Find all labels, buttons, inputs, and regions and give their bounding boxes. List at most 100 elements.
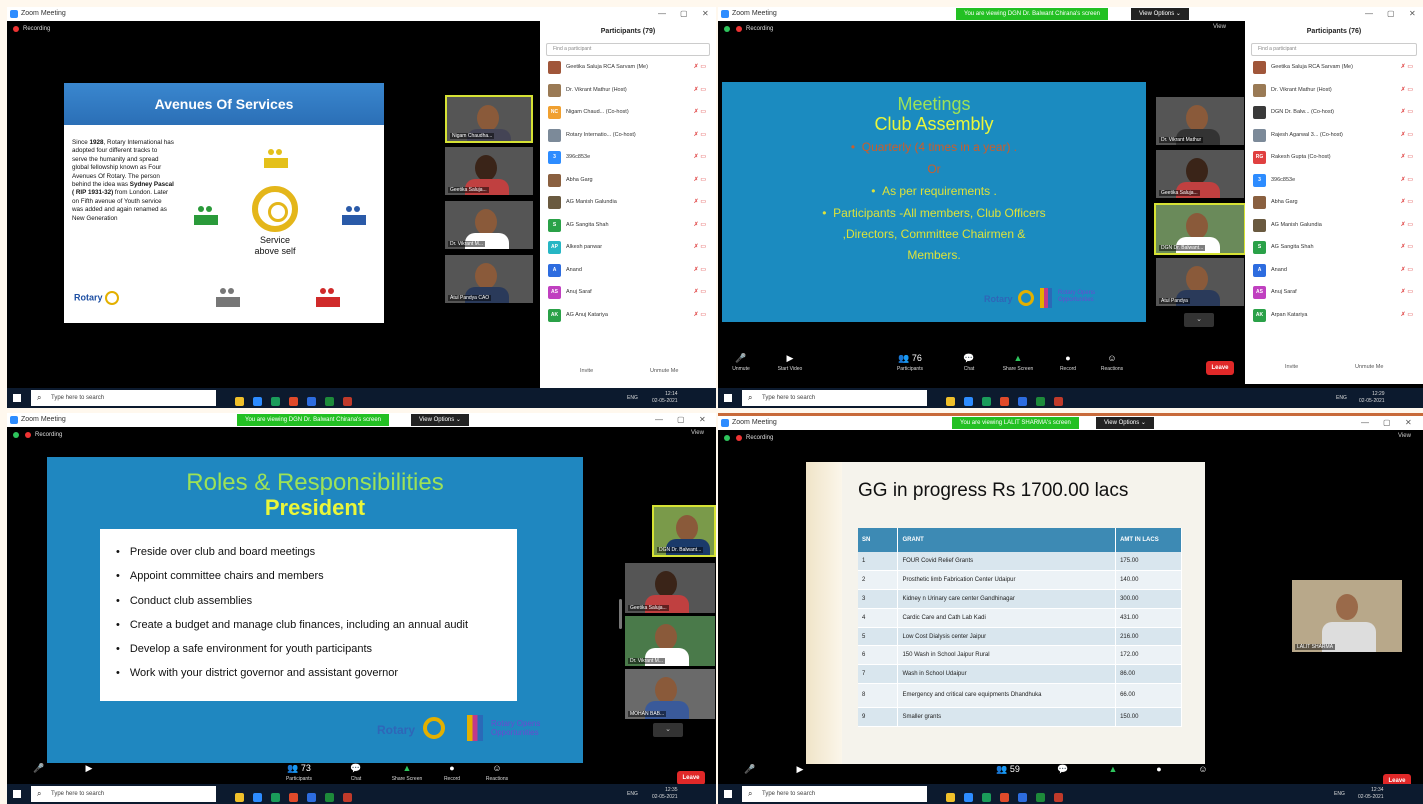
participant-row[interactable]: S AG Sangita Shah ✗ ▭ bbox=[1245, 236, 1423, 259]
app-icon[interactable] bbox=[307, 397, 316, 406]
minimize-button[interactable]: — bbox=[655, 413, 663, 427]
video-thumb-4[interactable]: Atul Pandya bbox=[1156, 258, 1244, 306]
participant-row[interactable]: AK Arpan Katariya ✗ ▭ bbox=[1245, 304, 1423, 327]
video-thumb-3[interactable]: Dr. Vikrant M... bbox=[625, 616, 715, 666]
excel-icon[interactable] bbox=[325, 793, 334, 802]
zoom-app-icon[interactable] bbox=[964, 397, 973, 406]
record-button[interactable]: ● Record bbox=[437, 763, 467, 782]
excel-icon[interactable] bbox=[1036, 397, 1045, 406]
chat-button[interactable]: 💬 Chat bbox=[954, 353, 984, 372]
participant-row[interactable]: AS Anuj Saraf ✗ ▭ bbox=[1245, 281, 1423, 304]
windows-start-icon[interactable] bbox=[724, 790, 732, 798]
start-video-button[interactable]: ▶ Start Video bbox=[770, 353, 810, 372]
minimize-button[interactable]: — bbox=[1365, 7, 1373, 21]
maximize-button[interactable]: ▢ bbox=[680, 7, 688, 21]
grid-view-button[interactable]: View bbox=[691, 430, 704, 436]
windows-start-icon[interactable] bbox=[13, 790, 21, 798]
scroll-thumbs-down-button[interactable]: ⌄ bbox=[1184, 313, 1214, 327]
participant-row[interactable]: AG Manish Galundia ✗ ▭ bbox=[540, 191, 716, 214]
video-thumb-2[interactable]: Geetika Saluja... bbox=[1156, 150, 1244, 198]
participants-button[interactable]: 👥 59 bbox=[988, 764, 1028, 777]
app-icon[interactable] bbox=[1018, 397, 1027, 406]
zoom-app-icon[interactable] bbox=[253, 793, 262, 802]
taskbar-search-input[interactable]: Type here to search bbox=[31, 390, 216, 406]
taskbar-search-input[interactable]: Type here to search bbox=[31, 786, 216, 802]
record-button[interactable]: ● bbox=[1144, 764, 1174, 777]
video-thumb-1[interactable]: DGN Dr. Balwant... bbox=[652, 505, 716, 557]
participant-row[interactable]: A Anand ✗ ▭ bbox=[540, 259, 716, 282]
close-button[interactable]: ✕ bbox=[702, 7, 709, 21]
video-thumb-4[interactable]: Atul Pandya CAO bbox=[445, 255, 533, 303]
participant-row[interactable]: Abha Garg ✗ ▭ bbox=[1245, 191, 1423, 214]
windows-start-icon[interactable] bbox=[13, 394, 21, 402]
share-screen-button[interactable]: ▲ Share Screen bbox=[387, 763, 427, 782]
participant-row[interactable]: DGN Dr. Balw... (Co-host) ✗ ▭ bbox=[1245, 101, 1423, 124]
view-options-button[interactable]: View Options ⌄ bbox=[1096, 417, 1154, 429]
video-thumb-1[interactable]: Nigam Chaudha... bbox=[445, 95, 533, 143]
zoom-app-icon[interactable] bbox=[964, 793, 973, 802]
app-icon[interactable] bbox=[343, 397, 352, 406]
grid-view-button[interactable]: View bbox=[1398, 433, 1411, 439]
participant-row[interactable]: Dr. Vikrant Mathur (Host) ✗ ▭ bbox=[540, 79, 716, 102]
video-thumb-2[interactable]: Geetika Saluja... bbox=[625, 563, 715, 613]
participant-row[interactable]: Geetika Saluja RCA Sarvam (Me) ✗ ▭ bbox=[540, 56, 716, 79]
edge-icon[interactable] bbox=[982, 793, 991, 802]
excel-icon[interactable] bbox=[1036, 793, 1045, 802]
app-icon[interactable] bbox=[1054, 793, 1063, 802]
participant-search-input[interactable]: Find a participant bbox=[546, 43, 710, 56]
explorer-icon[interactable] bbox=[946, 793, 955, 802]
video-thumb-3[interactable]: DGN Dr. Balwant... bbox=[1154, 203, 1246, 255]
invite-button[interactable]: Invite bbox=[580, 368, 593, 374]
participant-row[interactable]: S AG Sangita Shah ✗ ▭ bbox=[540, 214, 716, 237]
participant-row[interactable]: AS Anuj Saraf ✗ ▭ bbox=[540, 281, 716, 304]
video-thumb-2[interactable]: Geetika Saluja... bbox=[445, 147, 533, 195]
chrome-icon[interactable] bbox=[289, 793, 298, 802]
close-button[interactable]: ✕ bbox=[699, 413, 706, 427]
chrome-icon[interactable] bbox=[1000, 397, 1009, 406]
scrollbar[interactable] bbox=[619, 599, 622, 629]
explorer-icon[interactable] bbox=[235, 397, 244, 406]
windows-start-icon[interactable] bbox=[724, 394, 732, 402]
participant-row[interactable]: RG Rakesh Gupta (Co-host) ✗ ▭ bbox=[1245, 146, 1423, 169]
unmute-me-button[interactable]: Unmute Me bbox=[1355, 364, 1383, 370]
record-button[interactable]: ● Record bbox=[1053, 353, 1083, 372]
reactions-button[interactable]: ☺ bbox=[1188, 764, 1218, 777]
participants-button[interactable]: 👥 76 Participants bbox=[890, 353, 930, 372]
leave-button[interactable]: Leave bbox=[1206, 361, 1234, 375]
participant-row[interactable]: AK AG Anuj Katariya ✗ ▭ bbox=[540, 304, 716, 327]
zoom-app-icon[interactable] bbox=[253, 397, 262, 406]
video-thumb-3[interactable]: Dr. Vikrant M... bbox=[445, 201, 533, 249]
close-button[interactable]: ✕ bbox=[1405, 416, 1412, 430]
reactions-button[interactable]: ☺ Reactions bbox=[1092, 353, 1132, 372]
app-icon[interactable] bbox=[307, 793, 316, 802]
participant-row[interactable]: AG Manish Galundia ✗ ▭ bbox=[1245, 214, 1423, 237]
chrome-icon[interactable] bbox=[289, 397, 298, 406]
edge-icon[interactable] bbox=[271, 793, 280, 802]
participant-row[interactable]: AP Alkesh panwar ✗ ▭ bbox=[540, 236, 716, 259]
participant-search-input[interactable]: Find a participant bbox=[1251, 43, 1417, 56]
explorer-icon[interactable] bbox=[235, 793, 244, 802]
video-thumb-1[interactable]: LALIT SHARMA bbox=[1292, 580, 1402, 652]
view-options-button[interactable]: View Options ⌄ bbox=[411, 414, 469, 426]
app-icon[interactable] bbox=[1054, 397, 1063, 406]
reactions-button[interactable]: ☺ Reactions bbox=[477, 763, 517, 782]
participant-row[interactable]: 3 396c853e ✗ ▭ bbox=[1245, 169, 1423, 192]
participant-row[interactable]: Rajesh Agarwal 3... (Co-host) ✗ ▭ bbox=[1245, 124, 1423, 147]
close-button[interactable]: ✕ bbox=[1409, 7, 1416, 21]
participant-row[interactable]: 3 396c853e ✗ ▭ bbox=[540, 146, 716, 169]
maximize-button[interactable]: ▢ bbox=[1383, 416, 1391, 430]
start-video-button[interactable]: ▶ bbox=[77, 763, 101, 776]
scroll-thumbs-down-button[interactable]: ⌄ bbox=[653, 723, 683, 737]
participant-row[interactable]: Abha Garg ✗ ▭ bbox=[540, 169, 716, 192]
participant-row[interactable]: Rotary Internatio... (Co-host) ✗ ▭ bbox=[540, 124, 716, 147]
unmute-button[interactable]: 🎤 Unmute bbox=[726, 353, 756, 372]
share-screen-button[interactable]: ▲ bbox=[1098, 764, 1128, 777]
share-screen-button[interactable]: ▲ Share Screen bbox=[998, 353, 1038, 372]
app-icon[interactable] bbox=[1018, 793, 1027, 802]
unmute-me-button[interactable]: Unmute Me bbox=[650, 368, 678, 374]
minimize-button[interactable]: — bbox=[658, 7, 666, 21]
chat-button[interactable]: 💬 Chat bbox=[341, 763, 371, 782]
invite-button[interactable]: Invite bbox=[1285, 364, 1298, 370]
taskbar-search-input[interactable]: Type here to search bbox=[742, 390, 927, 406]
chat-button[interactable]: 💬 bbox=[1048, 764, 1078, 777]
